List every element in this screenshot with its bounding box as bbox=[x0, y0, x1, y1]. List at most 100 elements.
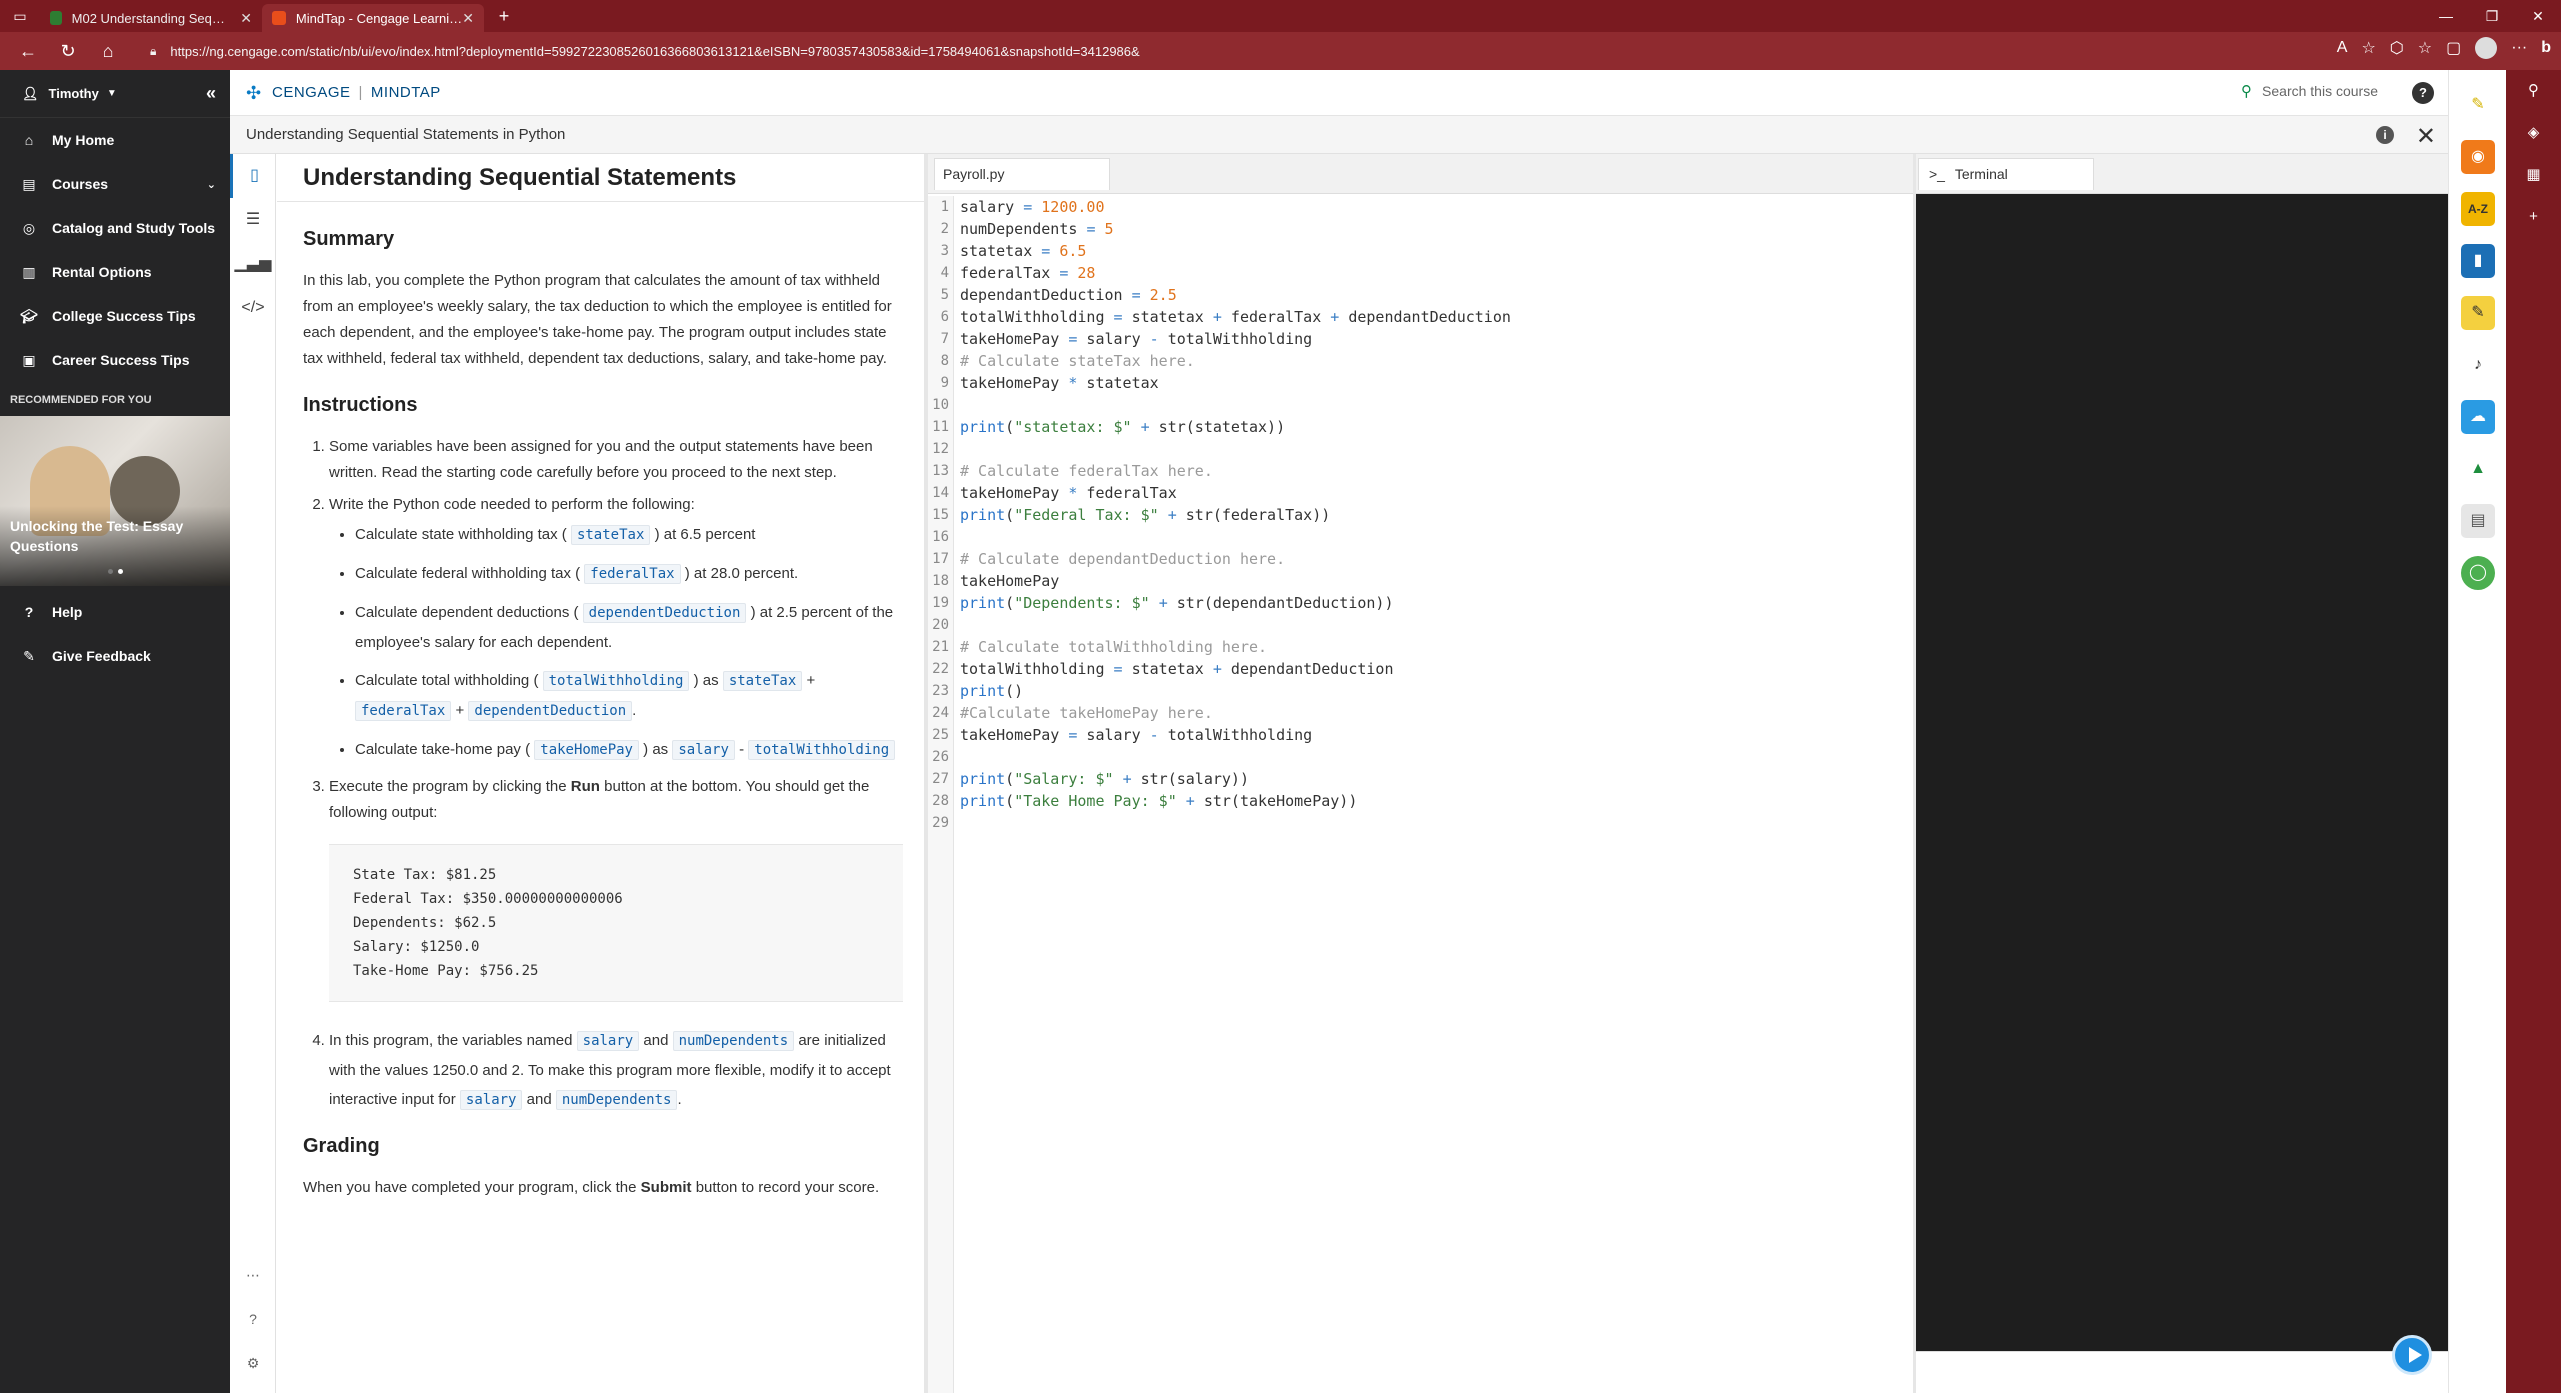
close-activity-icon[interactable]: ✕ bbox=[2416, 122, 2436, 151]
code-line[interactable]: # Calculate dependantDeduction here. bbox=[960, 548, 1900, 570]
search-icon[interactable]: ⚲ bbox=[2506, 70, 2561, 112]
extensions-icon[interactable]: ⬡ bbox=[2390, 38, 2404, 58]
share-icon[interactable]: ⋯ bbox=[230, 1253, 276, 1297]
bullet-text: ) as bbox=[643, 741, 669, 758]
pager-dot-active[interactable] bbox=[118, 569, 123, 574]
new-tab-icon[interactable]: + bbox=[484, 6, 524, 27]
code-line[interactable]: print("Take Home Pay: $" + str(takeHomeP… bbox=[960, 790, 1900, 812]
collections-icon[interactable]: ▢ bbox=[2446, 38, 2461, 58]
favorites-icon[interactable]: ☆ bbox=[2418, 38, 2432, 58]
highlighter-icon[interactable]: ✎ bbox=[2461, 88, 2495, 122]
url-field[interactable]: 🔒︎ https://ng.cengage.com/static/nb/ui/e… bbox=[150, 37, 2210, 65]
collapse-sidebar-icon[interactable]: « bbox=[206, 83, 216, 104]
code-line[interactable] bbox=[960, 526, 1900, 548]
settings-gear-icon[interactable]: ⚙ bbox=[230, 1341, 276, 1385]
read-aloud-icon[interactable]: A bbox=[2337, 39, 2348, 57]
add-icon[interactable]: + bbox=[2506, 196, 2561, 238]
rss-icon[interactable]: ◉ bbox=[2461, 140, 2495, 174]
question-icon[interactable]: ? bbox=[230, 1297, 276, 1341]
sidebar-item-courses[interactable]: ▤ Courses ⌄ bbox=[0, 162, 230, 206]
file-tab-payroll[interactable]: Payroll.py bbox=[934, 158, 1110, 190]
code-line[interactable] bbox=[960, 438, 1900, 460]
promo-card[interactable]: Unlocking the Test: Essay Questions bbox=[0, 416, 230, 586]
close-window-icon[interactable]: ✕ bbox=[2515, 0, 2561, 32]
refresh-icon[interactable]: ↻ bbox=[48, 41, 88, 62]
code-line[interactable]: # Calculate stateTax here. bbox=[960, 350, 1900, 372]
dictionary-az-icon[interactable]: A-Z bbox=[2461, 192, 2495, 226]
more-icon[interactable]: ··· bbox=[2511, 39, 2527, 57]
code-line[interactable]: federalTax = 28 bbox=[960, 262, 1900, 284]
pager-dot[interactable] bbox=[108, 569, 113, 574]
line-number: 23 bbox=[932, 683, 949, 699]
terminal-pane[interactable]: >_ Terminal bbox=[1916, 154, 2448, 1393]
notes-icon[interactable]: ✎ bbox=[2461, 296, 2495, 330]
user-menu[interactable]: 👤︎ Timothy ▼ « bbox=[0, 70, 230, 118]
browser-tabbar: ▭ M02 Understanding Sequential S ✕ MindT… bbox=[0, 0, 2561, 32]
code-line[interactable]: takeHomePay * federalTax bbox=[960, 482, 1900, 504]
code-line[interactable]: takeHomePay = salary - totalWithholding bbox=[960, 328, 1900, 350]
restore-icon[interactable]: ❐ bbox=[2469, 0, 2515, 32]
sidebar-item-rental[interactable]: ▥ Rental Options bbox=[0, 250, 230, 294]
tab-actions-icon[interactable]: ▭ bbox=[0, 8, 40, 25]
sidebar-item-help[interactable]: ? Help bbox=[0, 590, 230, 634]
chart-icon[interactable]: ▁▃▅ bbox=[230, 242, 276, 286]
close-tab-icon[interactable]: ✕ bbox=[240, 10, 252, 27]
code-icon[interactable]: </> bbox=[230, 286, 276, 330]
line-number: 26 bbox=[932, 749, 949, 765]
code-line[interactable]: numDependents = 5 bbox=[960, 218, 1900, 240]
code-line[interactable]: # Calculate federalTax here. bbox=[960, 460, 1900, 482]
instructions-book-icon[interactable]: ▯ bbox=[230, 154, 276, 198]
code-line[interactable] bbox=[960, 746, 1900, 768]
code-line[interactable]: statetax = 6.5 bbox=[960, 240, 1900, 262]
code-line[interactable]: print("Salary: $" + str(salary)) bbox=[960, 768, 1900, 790]
office-icon[interactable]: ▦ bbox=[2506, 154, 2561, 196]
bing-icon[interactable]: b bbox=[2541, 39, 2551, 57]
onedrive-cloud-icon[interactable]: ☁ bbox=[2461, 400, 2495, 434]
code-line[interactable] bbox=[960, 812, 1900, 834]
line-number: 20 bbox=[932, 617, 949, 633]
google-drive-icon[interactable]: ▲ bbox=[2461, 452, 2495, 486]
terminal-tab[interactable]: >_ Terminal bbox=[1918, 158, 2094, 190]
home-icon[interactable]: ⌂ bbox=[88, 41, 128, 62]
tools-icon[interactable]: ◈ bbox=[2506, 112, 2561, 154]
browser-tab-mindtap[interactable]: MindTap - Cengage Learning ✕ bbox=[262, 4, 484, 32]
sidebar-item-career-tips[interactable]: ▣ Career Success Tips bbox=[0, 338, 230, 382]
code-line[interactable]: print() bbox=[960, 680, 1900, 702]
sidebar-item-college-tips[interactable]: 🎓︎ College Success Tips bbox=[0, 294, 230, 338]
back-icon[interactable]: ← bbox=[8, 41, 48, 62]
code-line[interactable]: print("Federal Tax: $" + str(federalTax)… bbox=[960, 504, 1900, 526]
code-line[interactable] bbox=[960, 614, 1900, 636]
code-line[interactable]: totalWithholding = statetax + federalTax… bbox=[960, 306, 1900, 328]
minimize-icon[interactable]: — bbox=[2423, 0, 2469, 32]
code-text-area[interactable]: salary = 1200.00 numDependents = 5 stateta… bbox=[960, 196, 1900, 834]
notepad-icon[interactable]: ▤ bbox=[2461, 504, 2495, 538]
code-line[interactable]: totalWithholding = statetax + dependantD… bbox=[960, 658, 1900, 680]
course-search[interactable]: ⚲ Search this course bbox=[2241, 82, 2378, 100]
code-line[interactable]: salary = 1200.00 bbox=[960, 196, 1900, 218]
code-line[interactable]: #Calculate takeHomePay here. bbox=[960, 702, 1900, 724]
ebook-icon[interactable]: ▮ bbox=[2461, 244, 2495, 278]
read-aloud-icon[interactable]: ♪ bbox=[2461, 348, 2495, 382]
code-line[interactable]: takeHomePay bbox=[960, 570, 1900, 592]
code-line[interactable]: # Calculate totalWithholding here. bbox=[960, 636, 1900, 658]
browser-tab-m02[interactable]: M02 Understanding Sequential S ✕ bbox=[40, 4, 262, 32]
profile-avatar[interactable] bbox=[2475, 37, 2498, 59]
help-icon[interactable]: ? bbox=[2412, 82, 2434, 104]
code-line[interactable]: print("Dependents: $" + str(dependantDed… bbox=[960, 592, 1900, 614]
code-line[interactable]: print("statetax: $" + str(statetax)) bbox=[960, 416, 1900, 438]
run-button[interactable] bbox=[2392, 1335, 2432, 1375]
sidebar-item-catalog[interactable]: ◎ Catalog and Study Tools bbox=[0, 206, 230, 250]
sidebar-item-feedback[interactable]: ✎ Give Feedback bbox=[0, 634, 230, 678]
cengage-logo[interactable]: ✣ CENGAGE | MINDTAP bbox=[246, 83, 441, 103]
code-line[interactable]: dependantDeduction = 2.5 bbox=[960, 284, 1900, 306]
circle-app-icon[interactable]: ◯ bbox=[2461, 556, 2495, 590]
code-line[interactable] bbox=[960, 394, 1900, 416]
grading-text-part: When you have completed your program, cl… bbox=[303, 1179, 637, 1196]
info-icon[interactable]: i bbox=[2376, 126, 2394, 144]
sidebar-item-my-home[interactable]: ⌂ My Home bbox=[0, 118, 230, 162]
close-tab-icon[interactable]: ✕ bbox=[462, 10, 474, 27]
code-line[interactable]: takeHomePay = salary - totalWithholding bbox=[960, 724, 1900, 746]
code-line[interactable]: takeHomePay * statetax bbox=[960, 372, 1900, 394]
tracking-icon[interactable]: ☆ bbox=[2361, 38, 2375, 58]
checklist-icon[interactable]: ☰ bbox=[230, 198, 276, 242]
